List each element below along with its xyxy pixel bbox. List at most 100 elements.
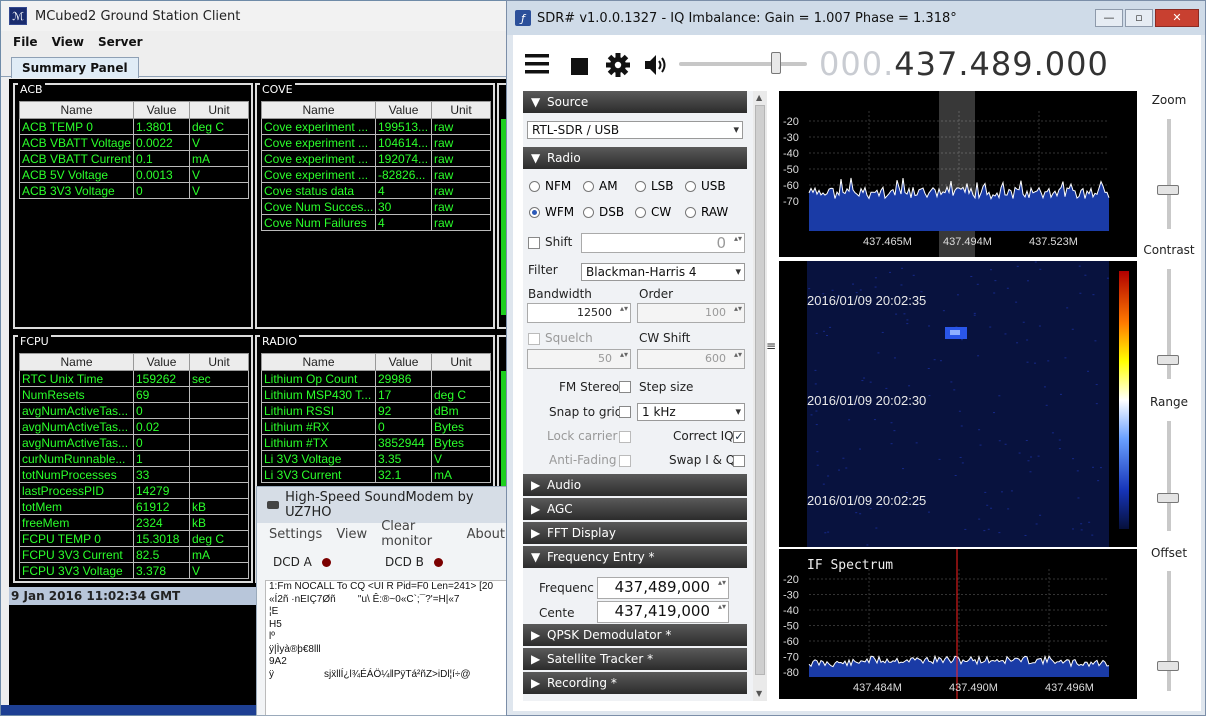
frequency-display[interactable]: 000.437.489.000 bbox=[819, 45, 1109, 83]
splitter-grip-icon[interactable]: ≡ bbox=[766, 339, 776, 353]
table-row[interactable]: RTC Unix Time 159262 sec bbox=[19, 370, 249, 387]
anti-fading-checkbox[interactable] bbox=[619, 455, 631, 467]
minimize-button[interactable]: — bbox=[1095, 9, 1123, 27]
menu-view[interactable]: View bbox=[336, 527, 367, 542]
side-panel-scrollbar[interactable]: ▲ ▼ bbox=[753, 91, 767, 701]
table-row[interactable]: Lithium MSP430 T... 17 deg C bbox=[261, 386, 491, 403]
volume-slider-knob[interactable] bbox=[771, 52, 781, 74]
table-row[interactable]: avgNumActiveTas... 0.02 bbox=[19, 418, 249, 435]
section-source[interactable]: ▼ Source bbox=[523, 91, 747, 113]
table-row[interactable]: FCPU TEMP 0 15.3018 deg C bbox=[19, 530, 249, 547]
close-button[interactable]: ✕ bbox=[1155, 9, 1199, 27]
table-row[interactable]: NumResets 69 bbox=[19, 386, 249, 403]
section-agc[interactable]: ▶ AGC bbox=[523, 498, 747, 520]
table-row[interactable]: Lithium RSSI 92 dBm bbox=[261, 402, 491, 419]
table-row[interactable]: FCPU 3V3 Current 82.5 mA bbox=[19, 546, 249, 563]
table-row[interactable]: ACB 3V3 Voltage 0 V bbox=[19, 182, 249, 199]
column-header[interactable]: Unit bbox=[189, 353, 249, 371]
table-row[interactable]: freeMem 2324 kB bbox=[19, 514, 249, 531]
zoom-slider-knob[interactable] bbox=[1157, 185, 1179, 195]
scroll-down-icon[interactable]: ▼ bbox=[756, 689, 762, 698]
section-frequency-entry[interactable]: ▼ Frequency Entry * bbox=[523, 546, 747, 568]
shift-input[interactable]: 0 bbox=[581, 233, 745, 253]
center-entry-input[interactable]: 437,419,000 bbox=[597, 601, 729, 623]
table-row[interactable]: ACB 5V Voltage 0.0013 V bbox=[19, 166, 249, 183]
contrast-slider-knob[interactable] bbox=[1157, 355, 1179, 365]
section-satellite-tracker[interactable]: ▶ Satellite Tracker * bbox=[523, 648, 747, 670]
column-header[interactable]: Unit bbox=[431, 101, 491, 119]
table-row[interactable]: totNumProcesses 33 bbox=[19, 466, 249, 483]
waterfall-display[interactable]: 2016/01/09 20:02:35 2016/01/09 20:02:30 20… bbox=[779, 261, 1137, 547]
speaker-icon[interactable] bbox=[643, 53, 669, 81]
mode-am-radio[interactable]: AM bbox=[583, 179, 618, 193]
menu-file[interactable]: File bbox=[13, 35, 38, 49]
table-row[interactable]: Li 3V3 Current 32.1 mA bbox=[261, 466, 491, 483]
table-row[interactable]: Li 3V3 Voltage 3.35 V bbox=[261, 450, 491, 467]
menu-settings[interactable]: Settings bbox=[269, 527, 322, 542]
column-header[interactable]: Name bbox=[19, 353, 134, 371]
table-row[interactable]: Lithium #RX 0 Bytes bbox=[261, 418, 491, 435]
table-row[interactable]: Cove Num Failures 4 raw bbox=[261, 214, 491, 231]
mode-nfm-radio[interactable]: NFM bbox=[529, 179, 571, 193]
table-row[interactable]: Lithium #TX 3852944 Bytes bbox=[261, 434, 491, 451]
range-slider-knob[interactable] bbox=[1157, 493, 1179, 503]
maximize-button[interactable]: ▫ bbox=[1125, 9, 1153, 27]
volume-slider[interactable] bbox=[679, 52, 807, 74]
offset-slider-knob[interactable] bbox=[1157, 661, 1179, 671]
step-size-select[interactable]: 1 kHz bbox=[637, 403, 745, 421]
contrast-slider[interactable] bbox=[1157, 269, 1179, 379]
offset-slider[interactable] bbox=[1157, 571, 1179, 691]
table-row[interactable]: avgNumActiveTas... 0 bbox=[19, 434, 249, 451]
table-row[interactable]: Cove Num Succes... 30 raw bbox=[261, 198, 491, 215]
shift-checkbox[interactable] bbox=[528, 237, 540, 249]
soundmodem-titlebar[interactable]: High-Speed SoundModem by UZ7HO bbox=[257, 487, 507, 523]
table-row[interactable]: ACB VBATT Voltage 0.0022 V bbox=[19, 134, 249, 151]
column-header[interactable]: Name bbox=[261, 101, 376, 119]
swap-iq-checkbox[interactable] bbox=[733, 455, 745, 467]
fm-stereo-checkbox[interactable] bbox=[619, 381, 631, 393]
mode-cw-radio[interactable]: CW bbox=[635, 205, 671, 219]
filter-select[interactable]: Blackman-Harris 4 bbox=[581, 263, 745, 281]
range-slider[interactable] bbox=[1157, 421, 1179, 531]
source-device-select[interactable]: RTL-SDR / USB bbox=[527, 121, 743, 139]
section-qpsk-demodulator[interactable]: ▶ QPSK Demodulator * bbox=[523, 624, 747, 646]
table-row[interactable]: curNumRunnable... 1 bbox=[19, 450, 249, 467]
spectrum-analyzer[interactable]: -20 -30 -40 -50 -60 -70 437.465M 437.494M 437.52… bbox=[779, 91, 1137, 257]
stop-icon[interactable] bbox=[571, 56, 589, 80]
mcubed-titlebar[interactable]: ℳ MCubed2 Ground Station Client bbox=[1, 1, 507, 31]
mode-usb-radio[interactable]: USB bbox=[685, 179, 726, 193]
lock-carrier-checkbox[interactable] bbox=[619, 431, 631, 443]
section-recording[interactable]: ▶ Recording * bbox=[523, 672, 747, 694]
mode-raw-radio[interactable]: RAW bbox=[685, 205, 728, 219]
column-header[interactable]: Name bbox=[261, 353, 376, 371]
table-row[interactable]: lastProcessPID 14279 bbox=[19, 482, 249, 499]
section-audio[interactable]: ▶ Audio bbox=[523, 474, 747, 496]
menu-view[interactable]: View bbox=[52, 35, 84, 49]
menu-clear-monitor[interactable]: Clear monitor bbox=[381, 519, 452, 549]
column-header[interactable]: Name bbox=[19, 101, 134, 119]
mode-wfm-radio[interactable]: WFM bbox=[529, 205, 574, 219]
table-row[interactable]: avgNumActiveTas... 0 bbox=[19, 402, 249, 419]
tab-summary-panel[interactable]: Summary Panel bbox=[11, 57, 139, 78]
mode-dsb-radio[interactable]: DSB bbox=[583, 205, 624, 219]
gear-icon[interactable] bbox=[605, 52, 631, 82]
column-header[interactable]: Value bbox=[133, 101, 190, 119]
table-row[interactable]: FCPU 3V3 Voltage 3.378 V bbox=[19, 562, 249, 579]
frequency-entry-input[interactable]: 437,489,000 bbox=[597, 577, 729, 599]
table-row[interactable]: totMem 61912 kB bbox=[19, 498, 249, 515]
menu-server[interactable]: Server bbox=[98, 35, 143, 49]
snap-to-grid-checkbox[interactable] bbox=[619, 406, 631, 418]
table-row[interactable]: ACB TEMP 0 1.3801 deg C bbox=[19, 118, 249, 135]
section-radio[interactable]: ▼ Radio bbox=[523, 147, 747, 169]
menu-about[interactable]: About bbox=[467, 527, 505, 542]
monitor-text[interactable]: 1:Fm NOCALL To CQ <UI R Pid=F0 Len=241> … bbox=[265, 580, 507, 715]
column-header[interactable]: Value bbox=[375, 101, 432, 119]
section-fft-display[interactable]: ▶ FFT Display bbox=[523, 522, 747, 544]
scroll-up-icon[interactable]: ▲ bbox=[756, 93, 762, 102]
table-row[interactable]: Cove experiment ... 192074... raw bbox=[261, 150, 491, 167]
table-row[interactable]: Lithium Op Count 29986 bbox=[261, 370, 491, 387]
table-row[interactable]: Cove experiment ... 199513... raw bbox=[261, 118, 491, 135]
table-row[interactable]: Cove status data 4 raw bbox=[261, 182, 491, 199]
order-input[interactable]: 100 bbox=[637, 303, 745, 323]
table-row[interactable]: Cove experiment ... 104614... raw bbox=[261, 134, 491, 151]
